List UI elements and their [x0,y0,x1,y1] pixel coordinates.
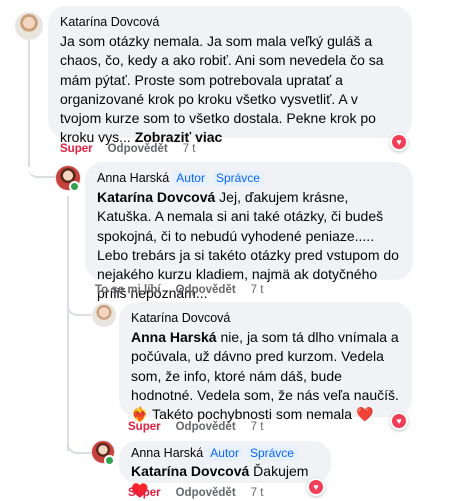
reply-button[interactable]: Odpovědět [176,487,236,499]
thread-line [28,40,30,167]
comment-bubble: Katarína Dovcová Ja som otázky nemala. J… [48,6,412,145]
comment-author-row: Anna Harská Autor Správce [131,445,319,461]
timestamp[interactable]: 7 t [183,143,196,155]
comment-actions: Super Odpovědět 7 t [60,143,195,155]
comment-text: Ja som otázky nemala. Ja som mala veľký … [60,32,400,148]
heart-emoji-icon: ❤️ [355,406,374,423]
online-status-indicator [69,181,80,192]
mention-link[interactable]: Katarína Dovcová [131,463,249,479]
heart-reaction-icon[interactable]: ♥ [307,478,325,496]
reply-button[interactable]: Odpovědět [176,284,236,296]
mention-link[interactable]: Anna Harská [131,329,217,345]
timestamp[interactable]: 7 t [251,284,264,296]
timestamp[interactable]: 7 t [251,487,264,499]
mention-link[interactable]: Katarína Dovcová [97,189,215,205]
thread-connector [28,150,56,178]
timestamp[interactable]: 7 t [251,421,264,433]
comment-bubble: Anna Harská Autor Správce Katarína Dovcová… [119,441,331,498]
reply-button[interactable]: Odpovědět [176,421,236,433]
comment-author-row: Anna Harská Autor Správce [97,170,401,186]
like-button[interactable]: To se mi líbí [95,284,161,296]
comment-actions: Super Odpovědět 7 t [128,487,263,499]
comment-author[interactable]: Anna Harská [97,171,169,185]
author-badge: Autor [172,171,209,186]
comment-body: Ďakujem [249,463,309,479]
comment-actions: Super Odpovědět 7 t [128,421,263,433]
admin-badge: Správce [211,171,264,186]
comment-bubble: Anna Harská Autor Správce Katarína Dovcová… [85,162,413,301]
comment-author[interactable]: Katarína Dovcová [131,310,400,326]
heart-reaction-icon[interactable]: ♥ [390,133,408,151]
admin-badge: Správce [245,446,298,461]
online-status-indicator [104,455,115,466]
thread-line [67,196,69,451]
thread-connector [67,294,91,316]
author-badge: Autor [206,446,243,461]
comment-author[interactable]: Anna Harská [131,446,203,460]
comment-text: Anna Harská nie, ja som tá dlho vnímala … [131,328,400,424]
reaction-button[interactable]: Super [128,487,161,499]
reaction-button[interactable]: Super [60,143,93,155]
avatar[interactable] [92,303,116,327]
reply-button[interactable]: Odpovědět [108,143,168,155]
avatar[interactable] [15,12,43,40]
thread-connector [67,432,91,454]
comment-author[interactable]: Katarína Dovcová [60,14,400,30]
comment-actions: To se mi líbí Odpovědět 7 t [95,284,263,296]
reaction-button[interactable]: Super [128,421,161,433]
heart-reaction-icon[interactable]: ♥ [390,412,408,430]
comment-bubble: Katarína Dovcová Anna Harská nie, ja som… [119,302,412,422]
